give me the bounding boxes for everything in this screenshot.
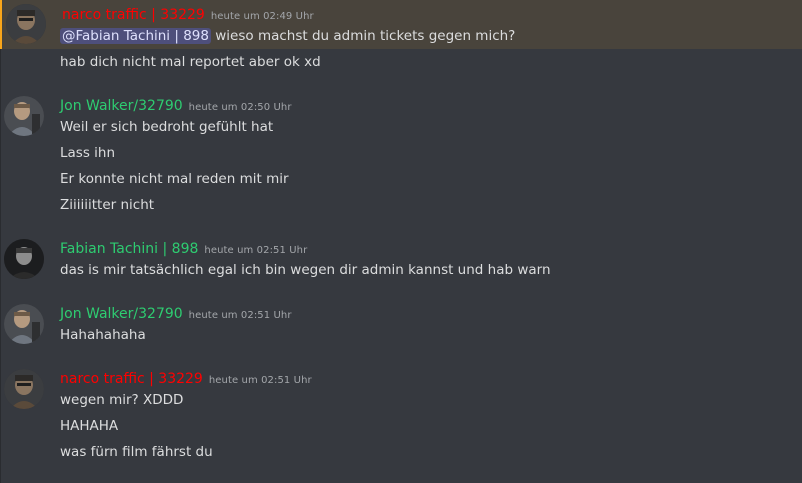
character-avatar-icon xyxy=(4,239,44,279)
character-avatar-icon xyxy=(4,304,44,344)
chat-message-list[interactable]: narco traffic | 33229 heute um 02:49 Uhr … xyxy=(0,0,802,483)
message-line: Ziiiiiitter nicht xyxy=(60,197,155,213)
character-avatar-icon xyxy=(4,369,44,409)
user-mention[interactable]: @Fabian Tachini | 898 xyxy=(60,28,211,44)
avatar[interactable] xyxy=(4,239,44,279)
message-line: Hahahahaha xyxy=(60,327,146,343)
message-timestamp: heute um 02:51 Uhr xyxy=(188,310,292,321)
message-timestamp: heute um 02:49 Uhr xyxy=(210,11,314,22)
author-name-text[interactable]: narco traffic | 33229 xyxy=(60,371,203,387)
author-name-text[interactable]: Jon Walker/32790 xyxy=(60,306,183,322)
message-timestamp: heute um 02:51 Uhr xyxy=(208,375,312,386)
avatar[interactable] xyxy=(4,304,44,344)
author-name[interactable]: Jon Walker/32790 heute um 02:51 Uhr xyxy=(60,306,292,322)
message-line: Er konnte nicht mal reden mit mir xyxy=(60,171,289,187)
author-name-text[interactable]: narco traffic | 33229 xyxy=(62,7,205,23)
message-timestamp: heute um 02:50 Uhr xyxy=(188,102,292,113)
message-line: das is mir tatsächlich egal ich bin wege… xyxy=(60,262,551,278)
message-timestamp: heute um 02:51 Uhr xyxy=(204,245,308,256)
message-line: was fürn film fährst du xyxy=(60,444,213,460)
avatar[interactable] xyxy=(4,369,44,409)
message-line: Weil er sich bedroht gefühlt hat xyxy=(60,119,274,135)
message-line: HAHAHA xyxy=(60,418,119,434)
author-name[interactable]: narco traffic | 33229 heute um 02:51 Uhr xyxy=(60,371,312,387)
avatar[interactable] xyxy=(4,96,44,136)
author-name-text[interactable]: Fabian Tachini | 898 xyxy=(60,241,198,257)
author-name[interactable]: Jon Walker/32790 heute um 02:50 Uhr xyxy=(60,98,292,114)
message-line: @Fabian Tachini | 898 wieso machst du ad… xyxy=(60,28,515,44)
author-name[interactable]: narco traffic | 33229 heute um 02:49 Uhr xyxy=(62,7,314,23)
author-name-text[interactable]: Jon Walker/32790 xyxy=(60,98,183,114)
left-divider xyxy=(0,0,1,483)
message-line: hab dich nicht mal reportet aber ok xd xyxy=(60,54,321,70)
author-name[interactable]: Fabian Tachini | 898 heute um 02:51 Uhr xyxy=(60,241,307,257)
message-text: wieso machst du admin tickets gegen mich… xyxy=(215,28,516,44)
character-avatar-icon xyxy=(4,96,44,136)
message-line: Lass ihn xyxy=(60,145,116,161)
avatar[interactable] xyxy=(6,4,46,44)
character-avatar-icon xyxy=(6,4,46,44)
message-line: wegen mir? XDDD xyxy=(60,392,184,408)
